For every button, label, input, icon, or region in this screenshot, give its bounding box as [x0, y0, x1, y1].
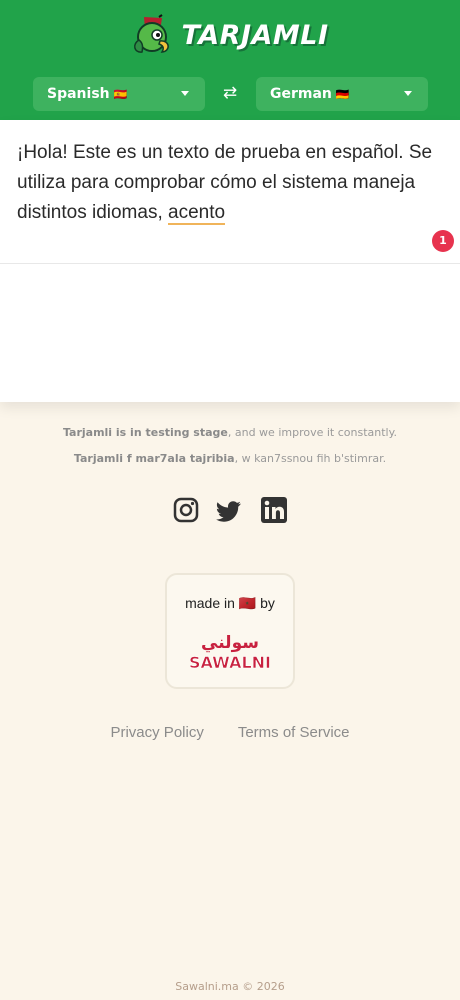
copyright-text: Sawalni.ma © 2026 — [175, 980, 285, 993]
spain-flag-icon: 🇪🇸 — [113, 87, 128, 101]
made-in-text: made in 🇲🇦 by — [167, 595, 293, 612]
source-text-input[interactable]: ¡Hola! Este es un texto de prueba en esp… — [17, 138, 443, 228]
darija-notice-rest: , w kan7ssnou fih b'stimrar. — [234, 452, 387, 465]
sawalni-arabic-wordmark: سولني — [201, 633, 259, 653]
instagram-icon[interactable] — [172, 496, 200, 524]
swap-languages-button[interactable]: ⇄ — [218, 81, 242, 105]
sawalni-logo: سولني SAWALNI — [189, 633, 272, 672]
testing-notice: Tarjamli is in testing stage, and we imp… — [0, 426, 460, 439]
terms-of-service-link[interactable]: Terms of Service — [238, 724, 350, 741]
source-language-select[interactable]: Spanish 🇪🇸 — [33, 77, 205, 111]
darija-testing-notice: Tarjamli f mar7ala tajribia, w kan7ssnou… — [0, 452, 460, 465]
testing-notice-rest: , and we improve it constantly. — [227, 426, 398, 439]
flagged-word[interactable]: acento — [168, 202, 226, 225]
target-language-select[interactable]: German 🇩🇪 — [256, 77, 428, 111]
issue-count-badge[interactable]: 1 — [432, 230, 454, 252]
translation-panel: ¡Hola! Este es un texto de prueba en esp… — [0, 120, 460, 402]
privacy-policy-link[interactable]: Privacy Policy — [110, 724, 203, 741]
testing-notice-bold: Tarjamli is in testing stage — [62, 426, 228, 439]
social-links — [0, 496, 460, 524]
darija-notice-bold: Tarjamli f mar7ala tajribia — [73, 452, 235, 465]
legal-links: Privacy Policy Terms of Service — [0, 724, 460, 741]
app-logo[interactable]: TARJAMLI — [0, 10, 460, 60]
sawalni-latin-wordmark: SAWALNI — [189, 653, 271, 672]
morocco-flag-icon: 🇲🇦 — [238, 595, 257, 611]
twitter-icon[interactable] — [216, 496, 244, 524]
made-in-morocco-card[interactable]: made in 🇲🇦 by سولني SAWALNI — [165, 573, 295, 689]
linkedin-icon[interactable] — [260, 496, 288, 524]
app-title: TARJAMLI — [181, 19, 329, 51]
chevron-down-icon — [404, 91, 412, 96]
made-in-prefix: made in — [185, 595, 235, 611]
source-language-label: Spanish — [47, 86, 110, 102]
chevron-down-icon — [181, 91, 189, 96]
app-header: TARJAMLI Spanish 🇪🇸 ⇄ German 🇩🇪 — [0, 0, 460, 120]
germany-flag-icon: 🇩🇪 — [335, 87, 350, 101]
translation-output[interactable] — [0, 264, 460, 402]
target-language-label: German — [270, 86, 332, 102]
parrot-logo-icon — [134, 14, 170, 53]
made-in-suffix: by — [260, 595, 275, 611]
